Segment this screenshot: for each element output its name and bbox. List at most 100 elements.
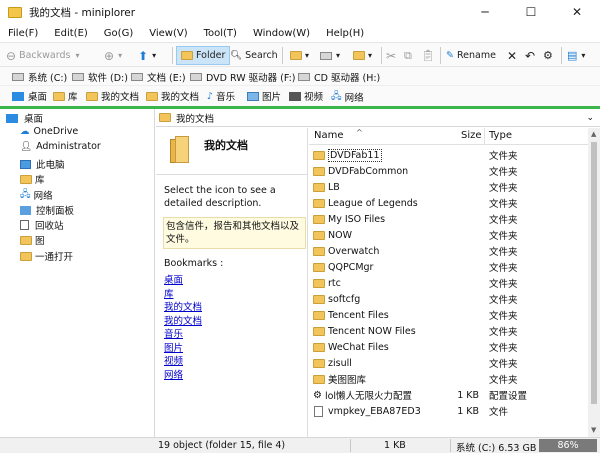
- bookmark-library[interactable]: 库: [53, 89, 78, 103]
- bookmark-documents-2[interactable]: 我的文档: [146, 89, 199, 103]
- folder-icon: [313, 214, 325, 224]
- rename-icon: ✎: [446, 50, 454, 61]
- vertical-scrollbar[interactable]: ▲ ▼: [588, 128, 600, 437]
- tree-item-library[interactable]: 库: [20, 172, 45, 186]
- file-type: 文件夹: [489, 215, 518, 226]
- menu-view[interactable]: View(V): [141, 28, 195, 39]
- tree-item-control-panel[interactable]: 控制面板: [20, 203, 74, 217]
- tree-item-administrator[interactable]: 👤︎ Administrator: [20, 141, 101, 152]
- file-size: 1 KB: [457, 405, 479, 417]
- drive-f[interactable]: DVD RW 驱动器 (F:): [190, 70, 295, 84]
- link-desktop[interactable]: 桌面: [164, 274, 202, 288]
- info-pane: 我的文档 Select the icon to see a detailed d…: [156, 128, 308, 437]
- drive-c[interactable]: 系统 (C:): [12, 70, 67, 84]
- copy-icon[interactable]: ⧉: [404, 46, 412, 65]
- file-row[interactable]: Tencent NOW Files 文件夹: [309, 323, 588, 339]
- file-row[interactable]: rtc 文件夹: [309, 275, 588, 291]
- link-videos[interactable]: 视频: [164, 355, 202, 369]
- delete-icon[interactable]: ✕: [507, 46, 517, 65]
- file-row[interactable]: ⚙ lol懒人无限火力配置 1 KB 配置设置: [309, 387, 588, 403]
- scroll-up-icon[interactable]: ▲: [591, 130, 596, 138]
- drive-h[interactable]: CD 驱动器 (H:): [298, 70, 380, 84]
- drive-e[interactable]: 文档 (E:): [131, 70, 186, 84]
- file-row[interactable]: DVDFabCommon 文件夹: [309, 163, 588, 179]
- tree-item-pictures[interactable]: 图: [20, 233, 45, 247]
- folder-button[interactable]: Folder: [176, 46, 231, 65]
- link-documents-2[interactable]: 我的文档: [164, 315, 202, 329]
- menu-edit[interactable]: Edit(E): [46, 28, 96, 39]
- column-size[interactable]: Size: [461, 130, 482, 141]
- menu-help[interactable]: Help(H): [318, 28, 372, 39]
- file-name: DVDFabCommon: [328, 165, 409, 177]
- paste-icon[interactable]: 📋︎: [421, 46, 435, 65]
- bookmark-documents[interactable]: 我的文档: [86, 89, 139, 103]
- tree-item-this-pc[interactable]: 此电脑: [20, 157, 65, 171]
- computer-icon: [20, 159, 31, 169]
- bookmark-videos[interactable]: 视频: [289, 89, 323, 103]
- folder-label: Folder: [196, 50, 226, 61]
- close-button[interactable]: ✕: [554, 0, 600, 24]
- chevron-down-icon[interactable]: ⌄: [586, 113, 594, 123]
- tree-item-onedrive[interactable]: ☁ OneDrive: [20, 126, 78, 137]
- file-type: 文件夹: [489, 343, 518, 354]
- minimize-button[interactable]: ─: [462, 0, 508, 24]
- menu-file[interactable]: File(F): [0, 28, 46, 39]
- file-row[interactable]: vmpkey_EBA87ED3 1 KB 文件: [309, 403, 588, 419]
- column-type[interactable]: Type: [489, 130, 512, 141]
- link-network[interactable]: 网络: [164, 369, 202, 383]
- file-row[interactable]: DVDFab11 文件夹: [309, 147, 588, 163]
- menu-tool[interactable]: Tool(T): [196, 28, 245, 39]
- tree-item-network[interactable]: 🖧︎ 网络: [20, 187, 53, 203]
- up-button[interactable]: ⬆ ▾: [138, 46, 156, 65]
- bookmark-pictures[interactable]: 图片: [247, 89, 281, 103]
- drive-button[interactable]: ▾: [320, 46, 340, 65]
- search-button[interactable]: 🔍︎ Search: [230, 46, 278, 65]
- view-mode-button[interactable]: ▤ ▾: [567, 46, 585, 65]
- link-pictures[interactable]: 图片: [164, 342, 202, 356]
- properties-icon[interactable]: ⚙: [543, 46, 553, 65]
- back-button[interactable]: ⊖ Backwards ▾: [6, 46, 79, 65]
- menu-window[interactable]: Window(W): [245, 28, 318, 39]
- drive-label: 软件 (D:): [88, 73, 128, 84]
- bookmark-network[interactable]: 🖧︎ 网络: [331, 89, 364, 105]
- chevron-down-icon: ▾: [336, 51, 341, 60]
- network-icon: 🖧︎: [20, 189, 31, 200]
- file-row[interactable]: NOW 文件夹: [309, 227, 588, 243]
- file-row[interactable]: LB 文件夹: [309, 179, 588, 195]
- file-name: WeChat Files: [328, 341, 389, 353]
- file-row[interactable]: My ISO Files 文件夹: [309, 211, 588, 227]
- bookmark-music[interactable]: ♪ 音乐: [207, 89, 235, 104]
- cut-icon[interactable]: ✂: [386, 46, 396, 65]
- link-music[interactable]: 音乐: [164, 328, 202, 342]
- copy-to-button[interactable]: ▾: [290, 46, 309, 65]
- drive-icon: [72, 73, 84, 81]
- maximize-button[interactable]: ☐: [508, 0, 554, 24]
- tree-item-open[interactable]: 一通打开: [20, 249, 73, 263]
- undo-icon[interactable]: ↶: [525, 46, 535, 65]
- move-to-button[interactable]: ▾: [353, 46, 372, 65]
- bookmark-label: 网络: [344, 93, 364, 104]
- forward-button[interactable]: ⊕ ▾: [104, 46, 122, 65]
- file-row[interactable]: zisull 文件夹: [309, 355, 588, 371]
- link-documents[interactable]: 我的文档: [164, 301, 202, 315]
- menu-go[interactable]: Go(G): [96, 28, 141, 39]
- scroll-thumb[interactable]: [591, 142, 597, 404]
- file-row[interactable]: WeChat Files 文件夹: [309, 339, 588, 355]
- file-row[interactable]: 美图图库 文件夹: [309, 371, 588, 387]
- link-library[interactable]: 库: [164, 288, 202, 302]
- bookmark-desktop[interactable]: 桌面: [12, 89, 47, 103]
- file-row[interactable]: QQPCMgr 文件夹: [309, 259, 588, 275]
- drive-d[interactable]: 软件 (D:): [72, 70, 128, 84]
- scroll-down-icon[interactable]: ▼: [591, 426, 596, 434]
- file-row[interactable]: softcfg 文件夹: [309, 291, 588, 307]
- file-row[interactable]: Tencent Files 文件夹: [309, 307, 588, 323]
- file-row[interactable]: Overwatch 文件夹: [309, 243, 588, 259]
- tree-label: OneDrive: [33, 126, 79, 137]
- file-row[interactable]: League of Legends 文件夹: [309, 195, 588, 211]
- chevron-down-icon: ▾: [305, 51, 310, 60]
- column-name[interactable]: Name: [314, 130, 344, 141]
- tree-item-recycle-bin[interactable]: 回收站: [20, 218, 64, 232]
- path-bar[interactable]: 我的文档 ⌄: [156, 109, 600, 127]
- rename-button[interactable]: ✎ Rename: [446, 46, 496, 65]
- tree-item-desktop[interactable]: 桌面: [6, 111, 43, 125]
